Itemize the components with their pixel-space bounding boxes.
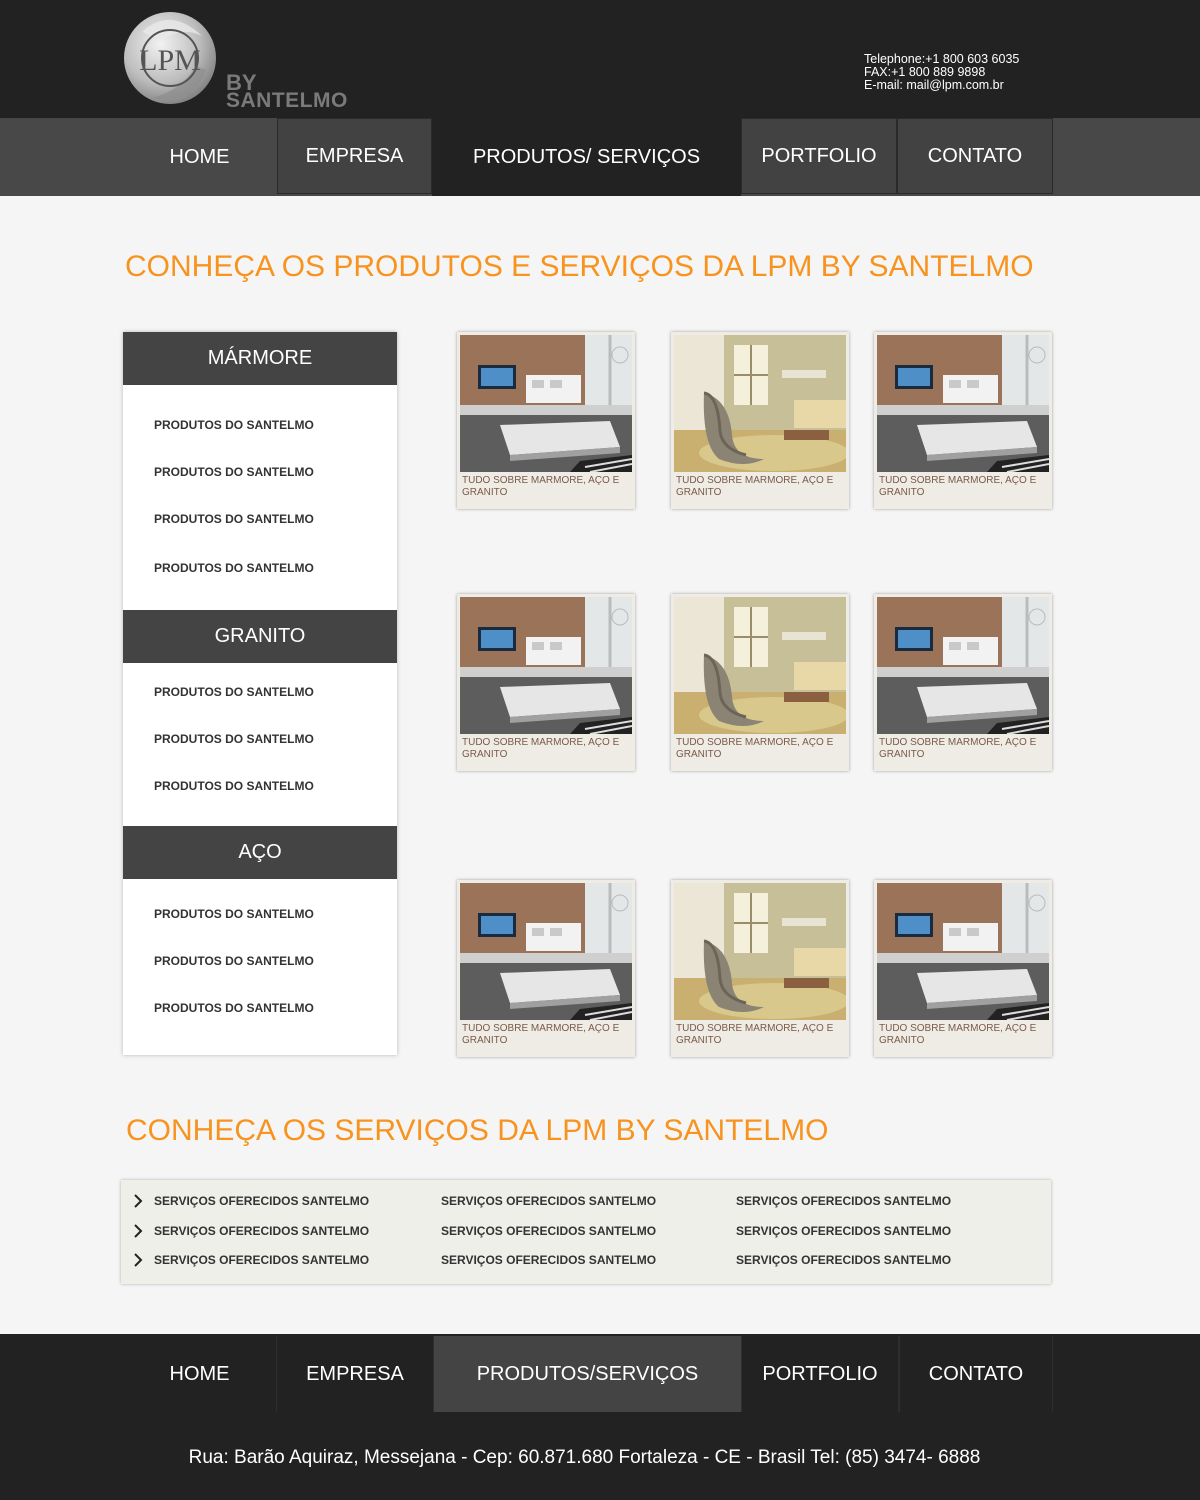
category-marmore[interactable]: MÁRMORE — [123, 332, 397, 385]
product-image — [460, 597, 632, 734]
product-caption: TUDO SOBRE MARMORE, AÇO E GRANITO — [462, 1023, 620, 1046]
product-image — [460, 335, 632, 472]
header: LPM BY SANTELMO Telephone:+1 800 603 603… — [0, 0, 1200, 118]
contact-email[interactable]: E-mail: mail@lpm.com.br — [864, 79, 1019, 92]
service-link[interactable]: SERVIÇOS OFERECIDOS SANTELMO — [441, 1253, 656, 1267]
sidebar-link[interactable]: PRODUTOS DO SANTELMO — [154, 465, 314, 479]
product-card[interactable]: TUDO SOBRE MARMORE, AÇO E GRANITO — [874, 332, 1052, 509]
category-aco[interactable]: AÇO — [123, 826, 397, 879]
service-link[interactable]: SERVIÇOS OFERECIDOS SANTELMO — [441, 1194, 656, 1208]
footer-nav-portfolio[interactable]: PORTFOLIO — [741, 1336, 899, 1412]
product-image — [460, 883, 632, 1020]
sidebar-link[interactable]: PRODUTOS DO SANTELMO — [154, 1001, 314, 1015]
product-caption: TUDO SOBRE MARMORE, AÇO E GRANITO — [676, 475, 834, 498]
services-panel: SERVIÇOS OFERECIDOS SANTELMO SERVIÇOS OF… — [121, 1180, 1051, 1284]
sidebar-link[interactable]: PRODUTOS DO SANTELMO — [154, 732, 314, 746]
product-card[interactable]: TUDO SOBRE MARMORE, AÇO E GRANITO — [874, 880, 1052, 1057]
sidebar-link[interactable]: PRODUTOS DO SANTELMO — [154, 512, 314, 526]
sidebar-link[interactable]: PRODUTOS DO SANTELMO — [154, 907, 314, 921]
sidebar-link[interactable]: PRODUTOS DO SANTELMO — [154, 779, 314, 793]
footer-nav-home[interactable]: HOME — [123, 1336, 276, 1412]
sidebar-link[interactable]: PRODUTOS DO SANTELMO — [154, 418, 314, 432]
product-card[interactable]: TUDO SOBRE MARMORE, AÇO E GRANITO — [874, 594, 1052, 771]
product-card[interactable]: TUDO SOBRE MARMORE, AÇO E GRANITO — [671, 594, 849, 771]
main-nav: HOME EMPRESA PRODUTOS/ SERVIÇOS PORTFOLI… — [0, 118, 1200, 196]
service-link[interactable]: SERVIÇOS OFERECIDOS SANTELMO — [736, 1253, 951, 1267]
services-title: CONHEÇA OS SERVIÇOS DA LPM BY SANTELMO — [126, 1114, 829, 1147]
product-caption: TUDO SOBRE MARMORE, AÇO E GRANITO — [879, 737, 1037, 760]
service-link[interactable]: SERVIÇOS OFERECIDOS SANTELMO — [736, 1224, 951, 1238]
product-image — [674, 335, 846, 472]
product-card[interactable]: TUDO SOBRE MARMORE, AÇO E GRANITO — [671, 880, 849, 1057]
chevron-right-icon — [134, 1253, 143, 1267]
product-image — [674, 883, 846, 1020]
footer: HOME EMPRESA PRODUTOS/SERVIÇOS PORTFOLIO… — [0, 1334, 1200, 1500]
service-link[interactable]: SERVIÇOS OFERECIDOS SANTELMO — [154, 1253, 369, 1267]
nav-produtos-servicos[interactable]: PRODUTOS/ SERVIÇOS — [432, 118, 741, 196]
product-caption: TUDO SOBRE MARMORE, AÇO E GRANITO — [676, 1023, 834, 1046]
product-caption: TUDO SOBRE MARMORE, AÇO E GRANITO — [676, 737, 834, 760]
logo-emblem: LPM BY SANTELMO — [124, 12, 348, 112]
footer-address: Rua: Barão Aquiraz, Messejana - Cep: 60.… — [188, 1447, 981, 1468]
service-link[interactable]: SERVIÇOS OFERECIDOS SANTELMO — [441, 1224, 656, 1238]
chevron-right-icon — [134, 1224, 143, 1238]
product-card[interactable]: TUDO SOBRE MARMORE, AÇO E GRANITO — [671, 332, 849, 509]
service-link[interactable]: SERVIÇOS OFERECIDOS SANTELMO — [736, 1194, 951, 1208]
category-sidebar: MÁRMORE PRODUTOS DO SANTELMO PRODUTOS DO… — [123, 332, 397, 1055]
product-caption: TUDO SOBRE MARMORE, AÇO E GRANITO — [879, 475, 1037, 498]
nav-portfolio[interactable]: PORTFOLIO — [741, 118, 897, 194]
nav-home[interactable]: HOME — [122, 118, 277, 196]
products-title: CONHEÇA OS PRODUTOS E SERVIÇOS DA LPM BY… — [125, 250, 1034, 283]
footer-nav-produtos-servicos[interactable]: PRODUTOS/SERVIÇOS — [434, 1336, 741, 1412]
footer-nav-contato[interactable]: CONTATO — [899, 1336, 1053, 1412]
sidebar-link[interactable]: PRODUTOS DO SANTELMO — [154, 954, 314, 968]
product-image — [877, 597, 1049, 734]
nav-empresa[interactable]: EMPRESA — [277, 118, 432, 194]
service-link[interactable]: SERVIÇOS OFERECIDOS SANTELMO — [154, 1194, 369, 1208]
product-image — [674, 597, 846, 734]
sidebar-link[interactable]: PRODUTOS DO SANTELMO — [154, 685, 314, 699]
nav-contato[interactable]: CONTATO — [897, 118, 1053, 194]
logo-name: SANTELMO — [226, 89, 348, 110]
product-card[interactable]: TUDO SOBRE MARMORE, AÇO E GRANITO — [457, 332, 635, 509]
product-card[interactable]: TUDO SOBRE MARMORE, AÇO E GRANITO — [457, 880, 635, 1057]
product-caption: TUDO SOBRE MARMORE, AÇO E GRANITO — [462, 737, 620, 760]
chevron-right-icon — [134, 1194, 143, 1208]
category-granito[interactable]: GRANITO — [123, 610, 397, 663]
product-card[interactable]: TUDO SOBRE MARMORE, AÇO E GRANITO — [457, 594, 635, 771]
logo[interactable]: LPM BY SANTELMO — [122, 10, 392, 112]
product-image — [877, 883, 1049, 1020]
product-caption: TUDO SOBRE MARMORE, AÇO E GRANITO — [462, 475, 620, 498]
sidebar-link[interactable]: PRODUTOS DO SANTELMO — [154, 561, 314, 575]
footer-nav-empresa[interactable]: EMPRESA — [276, 1336, 434, 1412]
logo-letters: LPM — [139, 44, 201, 77]
product-image — [877, 335, 1049, 472]
service-link[interactable]: SERVIÇOS OFERECIDOS SANTELMO — [154, 1224, 369, 1238]
contact-info: Telephone:+1 800 603 6035 FAX:+1 800 889… — [864, 53, 1019, 92]
product-caption: TUDO SOBRE MARMORE, AÇO E GRANITO — [879, 1023, 1037, 1046]
